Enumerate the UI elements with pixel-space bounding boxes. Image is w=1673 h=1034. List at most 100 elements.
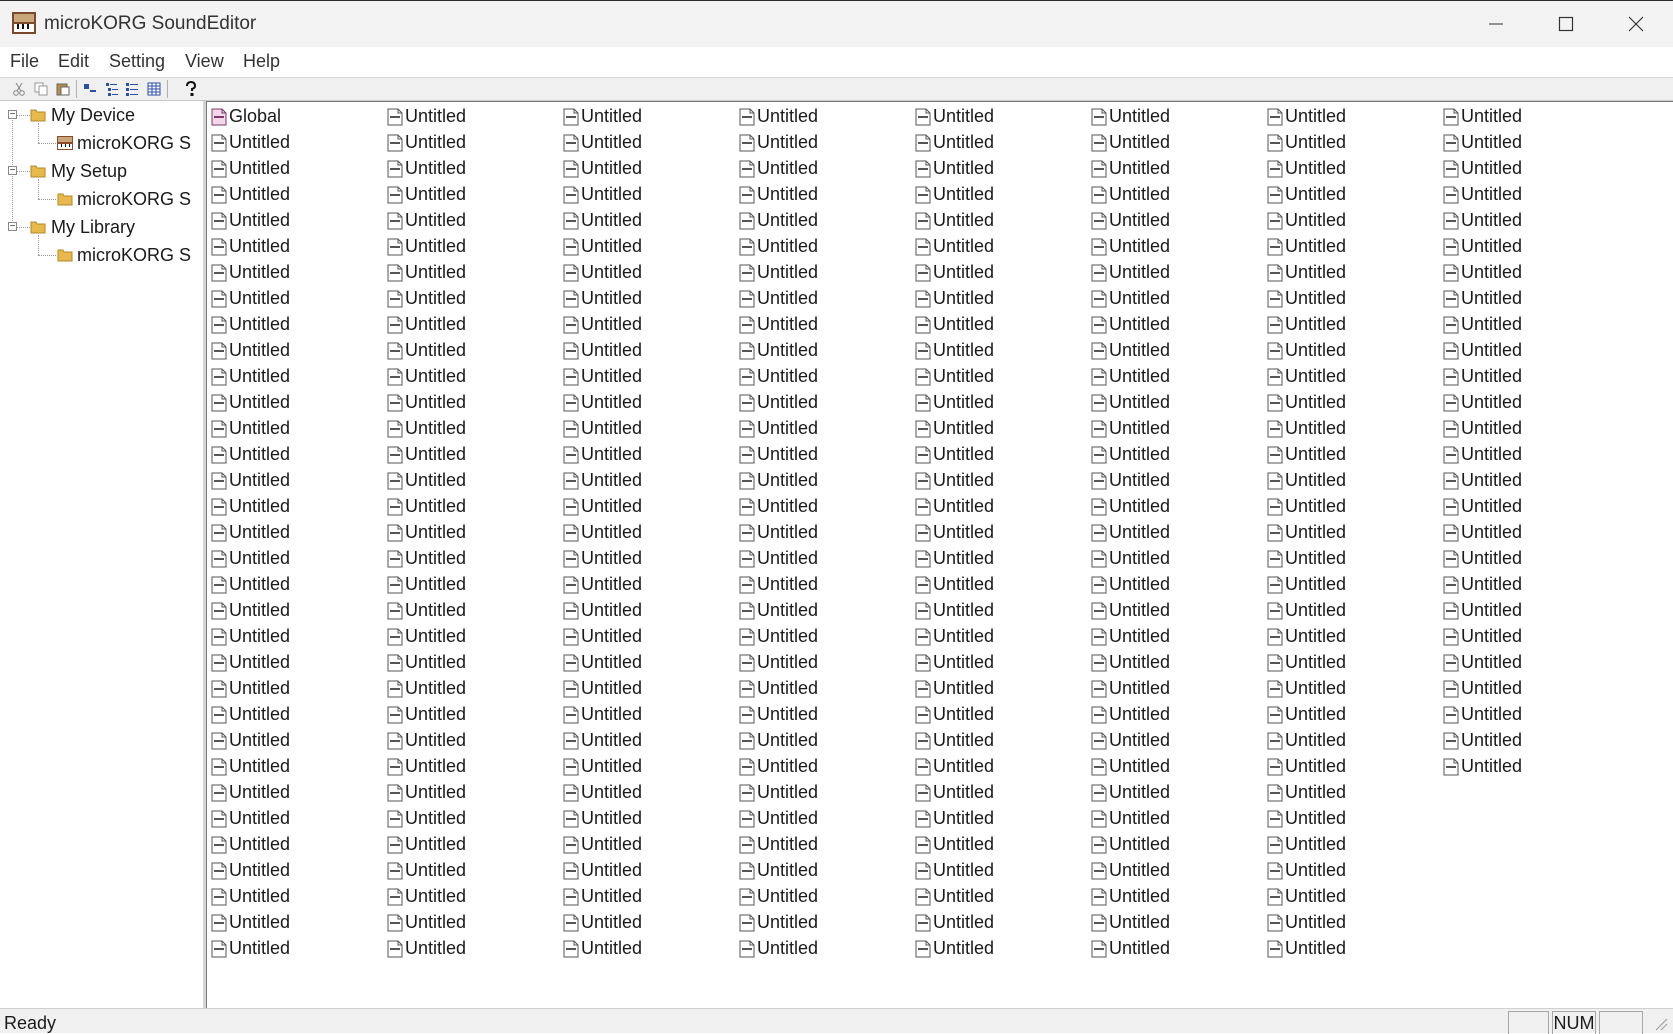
list-item[interactable]: Untitled [1267, 832, 1346, 857]
list-item[interactable]: Untitled [915, 130, 994, 155]
list-item[interactable]: Untitled [387, 312, 466, 337]
list-item[interactable]: Untitled [211, 936, 290, 961]
list-item[interactable]: Untitled [1091, 156, 1170, 181]
list-item[interactable]: Untitled [1091, 442, 1170, 467]
tree-expander[interactable]: − [8, 222, 17, 232]
list-item[interactable]: Untitled [211, 338, 290, 363]
list-item[interactable]: Untitled [211, 780, 290, 805]
list-item[interactable]: Untitled [915, 312, 994, 337]
list-item[interactable]: Untitled [1443, 598, 1522, 623]
list-item[interactable]: Untitled [1267, 884, 1346, 909]
list-item[interactable]: Untitled [1267, 702, 1346, 727]
list-item[interactable]: Untitled [915, 780, 994, 805]
list-item[interactable]: Untitled [563, 910, 642, 935]
list-item[interactable]: Untitled [1443, 364, 1522, 389]
list-item[interactable]: Untitled [915, 910, 994, 935]
list-item[interactable]: Untitled [387, 884, 466, 909]
details-view-button[interactable] [122, 80, 142, 98]
list-item[interactable]: Untitled [1267, 182, 1346, 207]
list-item[interactable]: Untitled [211, 130, 290, 155]
list-item[interactable]: Untitled [211, 650, 290, 675]
list-item[interactable]: Untitled [1091, 806, 1170, 831]
list-item[interactable]: Untitled [1443, 494, 1522, 519]
list-item[interactable]: Untitled [1091, 780, 1170, 805]
list-item[interactable]: Untitled [1267, 572, 1346, 597]
list-item[interactable]: Untitled [1443, 416, 1522, 441]
list-item[interactable]: Untitled [1091, 832, 1170, 857]
list-item[interactable]: Untitled [387, 650, 466, 675]
list-item[interactable]: Untitled [1091, 546, 1170, 571]
list-item[interactable]: Untitled [1443, 234, 1522, 259]
list-item[interactable]: Untitled [1267, 936, 1346, 961]
list-item[interactable]: Untitled [1443, 650, 1522, 675]
list-item[interactable]: Untitled [1267, 208, 1346, 233]
list-item[interactable]: Untitled [739, 650, 818, 675]
list-item[interactable]: Untitled [387, 156, 466, 181]
list-item[interactable]: Untitled [211, 546, 290, 571]
list-item[interactable]: Untitled [563, 468, 642, 493]
list-item[interactable]: Untitled [387, 520, 466, 545]
list-item[interactable]: Untitled [563, 234, 642, 259]
list-item[interactable]: Untitled [1443, 286, 1522, 311]
list-item[interactable]: Untitled [1267, 234, 1346, 259]
list-item[interactable]: Untitled [211, 208, 290, 233]
list-item[interactable]: Untitled [1443, 338, 1522, 363]
list-item[interactable]: Untitled [1267, 728, 1346, 753]
list-item[interactable]: Untitled [387, 286, 466, 311]
list-item[interactable]: Untitled [387, 234, 466, 259]
list-item[interactable]: Untitled [1443, 468, 1522, 493]
list-item[interactable]: Untitled [1443, 130, 1522, 155]
list-item[interactable]: Untitled [739, 806, 818, 831]
list-item[interactable]: Untitled [915, 494, 994, 519]
tree-node-my-setup-microkorg[interactable]: microKORG S [57, 186, 191, 212]
list-item[interactable]: Untitled [1443, 260, 1522, 285]
list-item[interactable]: Untitled [739, 416, 818, 441]
list-item[interactable]: Untitled [563, 572, 642, 597]
list-item[interactable]: Untitled [1267, 806, 1346, 831]
list-item[interactable]: Untitled [739, 520, 818, 545]
list-item[interactable]: Untitled [1091, 572, 1170, 597]
list-item[interactable]: Untitled [739, 884, 818, 909]
list-item[interactable]: Untitled [563, 260, 642, 285]
menu-edit[interactable]: Edit [58, 51, 89, 72]
list-item[interactable]: Untitled [915, 364, 994, 389]
list-item[interactable]: Untitled [1091, 286, 1170, 311]
list-item[interactable]: Untitled [1443, 546, 1522, 571]
list-item[interactable]: Untitled [739, 624, 818, 649]
list-item[interactable]: Untitled [739, 312, 818, 337]
list-item[interactable]: Untitled [563, 832, 642, 857]
list-item[interactable]: Untitled [1091, 494, 1170, 519]
list-item[interactable]: Untitled [739, 546, 818, 571]
list-item[interactable]: Untitled [1091, 338, 1170, 363]
list-item[interactable]: Untitled [1091, 104, 1170, 129]
list-item[interactable]: Untitled [1267, 520, 1346, 545]
tree-node-my-library[interactable]: My Library [30, 214, 135, 240]
tree-expander[interactable]: − [8, 110, 17, 120]
list-item[interactable]: Untitled [563, 806, 642, 831]
list-item[interactable]: Untitled [387, 572, 466, 597]
list-item[interactable]: Untitled [1091, 312, 1170, 337]
list-item[interactable]: Untitled [739, 936, 818, 961]
maximize-button[interactable] [1533, 1, 1599, 47]
list-item[interactable]: Untitled [211, 286, 290, 311]
list-item[interactable]: Untitled [1443, 572, 1522, 597]
list-item[interactable]: Untitled [211, 598, 290, 623]
list-item[interactable]: Untitled [1443, 754, 1522, 779]
list-item[interactable]: Untitled [563, 494, 642, 519]
list-item[interactable]: Untitled [1267, 468, 1346, 493]
list-item[interactable]: Untitled [1091, 884, 1170, 909]
list-item[interactable]: Untitled [1267, 598, 1346, 623]
list-item[interactable]: Untitled [915, 858, 994, 883]
list-item[interactable]: Untitled [1091, 208, 1170, 233]
list-item[interactable]: Untitled [1267, 442, 1346, 467]
list-item[interactable]: Untitled [563, 676, 642, 701]
list-item[interactable]: Untitled [739, 832, 818, 857]
copy-button[interactable] [31, 80, 51, 98]
list-item[interactable]: Untitled [1267, 390, 1346, 415]
list-item[interactable]: Untitled [739, 598, 818, 623]
list-item[interactable]: Untitled [739, 910, 818, 935]
list-item[interactable]: Untitled [211, 390, 290, 415]
list-item[interactable]: Untitled [1267, 364, 1346, 389]
list-item[interactable]: Untitled [211, 494, 290, 519]
list-item[interactable]: Untitled [563, 156, 642, 181]
